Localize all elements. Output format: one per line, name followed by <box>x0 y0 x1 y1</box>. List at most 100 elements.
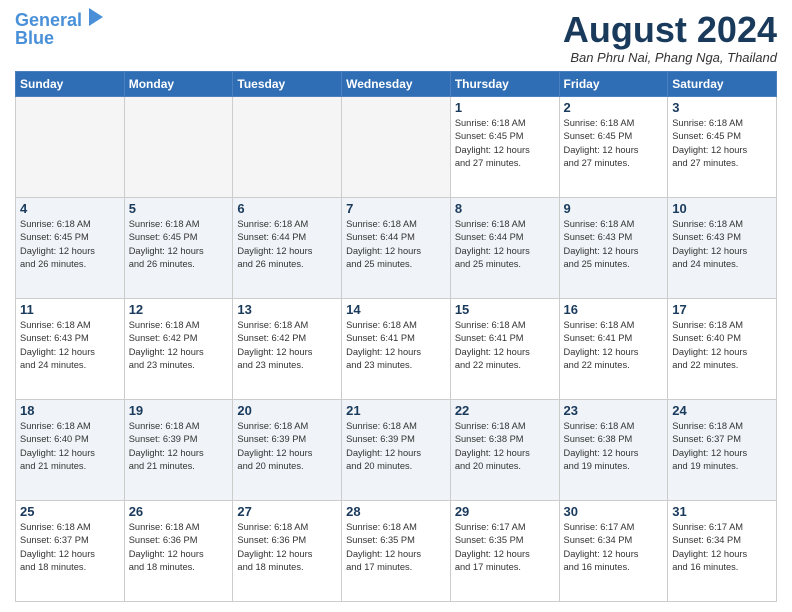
day-number: 28 <box>346 504 446 519</box>
calendar-day-cell: 5 Sunrise: 6:18 AM Sunset: 6:45 PM Daylig… <box>124 197 233 298</box>
day-number: 31 <box>672 504 772 519</box>
calendar-week-row: 25Sunrise: 6:18 AM Sunset: 6:37 PM Dayli… <box>16 500 777 601</box>
calendar-header-row: SundayMondayTuesdayWednesdayThursdayFrid… <box>16 71 777 96</box>
day-number: 2 <box>564 100 664 115</box>
calendar-day-cell: 14 Sunrise: 6:18 AM Sunset: 6:41 PM Dayli… <box>342 298 451 399</box>
day-info: Sunrise: 6:18 AM Sunset: 6:40 PM Dayligh… <box>672 319 772 373</box>
day-header-monday: Monday <box>124 71 233 96</box>
day-header-saturday: Saturday <box>668 71 777 96</box>
day-info: Sunrise: 6:18 AM Sunset: 6:45 PM Dayligh… <box>564 117 664 171</box>
calendar-day-cell: 22 Sunrise: 6:18 AM Sunset: 6:38 PM Dayli… <box>450 399 559 500</box>
calendar-day-cell: 26Sunrise: 6:18 AM Sunset: 6:36 PM Dayli… <box>124 500 233 601</box>
day-info: Sunrise: 6:17 AM Sunset: 6:34 PM Dayligh… <box>672 521 772 575</box>
day-info: Sunrise: 6:18 AM Sunset: 6:45 PM Dayligh… <box>672 117 772 171</box>
calendar-day-cell: 31 Sunrise: 6:17 AM Sunset: 6:34 PM Dayli… <box>668 500 777 601</box>
day-info: Sunrise: 6:17 AM Sunset: 6:35 PM Dayligh… <box>455 521 555 575</box>
calendar-day-cell: 17 Sunrise: 6:18 AM Sunset: 6:40 PM Dayli… <box>668 298 777 399</box>
day-number: 4 <box>20 201 120 216</box>
calendar-day-cell: 21Sunrise: 6:18 AM Sunset: 6:39 PM Dayli… <box>342 399 451 500</box>
day-info: Sunrise: 6:18 AM Sunset: 6:38 PM Dayligh… <box>455 420 555 474</box>
calendar-day-cell: 10Sunrise: 6:18 AM Sunset: 6:43 PM Dayli… <box>668 197 777 298</box>
day-number: 9 <box>564 201 664 216</box>
calendar-day-cell: 8 Sunrise: 6:18 AM Sunset: 6:44 PM Daylig… <box>450 197 559 298</box>
calendar-day-cell: 15Sunrise: 6:18 AM Sunset: 6:41 PM Dayli… <box>450 298 559 399</box>
day-number: 11 <box>20 302 120 317</box>
calendar-day-cell: 16 Sunrise: 6:18 AM Sunset: 6:41 PM Dayli… <box>559 298 668 399</box>
logo-icon <box>89 8 103 26</box>
day-number: 23 <box>564 403 664 418</box>
calendar-day-cell: 20 Sunrise: 6:18 AM Sunset: 6:39 PM Dayli… <box>233 399 342 500</box>
day-number: 22 <box>455 403 555 418</box>
day-info: Sunrise: 6:18 AM Sunset: 6:41 PM Dayligh… <box>564 319 664 373</box>
calendar-day-cell: 12 Sunrise: 6:18 AM Sunset: 6:42 PM Dayli… <box>124 298 233 399</box>
day-number: 20 <box>237 403 337 418</box>
calendar-day-cell: 1Sunrise: 6:18 AM Sunset: 6:45 PM Daylig… <box>450 96 559 197</box>
day-info: Sunrise: 6:18 AM Sunset: 6:44 PM Dayligh… <box>455 218 555 272</box>
logo-blue: Blue <box>15 29 103 47</box>
day-info: Sunrise: 6:18 AM Sunset: 6:42 PM Dayligh… <box>129 319 229 373</box>
day-info: Sunrise: 6:18 AM Sunset: 6:44 PM Dayligh… <box>237 218 337 272</box>
day-number: 6 <box>237 201 337 216</box>
day-info: Sunrise: 6:18 AM Sunset: 6:36 PM Dayligh… <box>237 521 337 575</box>
page-header: General Blue August 2024 Ban Phru Nai, P… <box>15 10 777 65</box>
day-number: 3 <box>672 100 772 115</box>
day-info: Sunrise: 6:18 AM Sunset: 6:43 PM Dayligh… <box>564 218 664 272</box>
day-info: Sunrise: 6:18 AM Sunset: 6:40 PM Dayligh… <box>20 420 120 474</box>
day-number: 7 <box>346 201 446 216</box>
day-info: Sunrise: 6:18 AM Sunset: 6:39 PM Dayligh… <box>129 420 229 474</box>
calendar-day-cell: 24 Sunrise: 6:18 AM Sunset: 6:37 PM Dayli… <box>668 399 777 500</box>
calendar-week-row: 1 Sunrise: 6:18 AM Sunset: 6:45 PM Daylig… <box>16 96 777 197</box>
day-number: 30 <box>564 504 664 519</box>
day-number: 1 <box>455 100 555 115</box>
calendar-day-cell: 27 Sunrise: 6:18 AM Sunset: 6:36 PM Dayli… <box>233 500 342 601</box>
day-number: 5 <box>129 201 229 216</box>
day-number: 27 <box>237 504 337 519</box>
day-number: 13 <box>237 302 337 317</box>
day-info: Sunrise: 6:18 AM Sunset: 6:36 PM Dayligh… <box>129 521 229 575</box>
day-number: 14 <box>346 302 446 317</box>
day-number: 17 <box>672 302 772 317</box>
day-info: Sunrise: 6:18 AM Sunset: 6:41 PM Dayligh… <box>346 319 446 373</box>
day-number: 29 <box>455 504 555 519</box>
calendar-day-cell: 29 Sunrise: 6:17 AM Sunset: 6:35 PM Dayli… <box>450 500 559 601</box>
location-subtitle: Ban Phru Nai, Phang Nga, Thailand <box>563 50 777 65</box>
calendar-week-row: 11Sunrise: 6:18 AM Sunset: 6:43 PM Dayli… <box>16 298 777 399</box>
day-number: 25 <box>20 504 120 519</box>
day-info: Sunrise: 6:18 AM Sunset: 6:38 PM Dayligh… <box>564 420 664 474</box>
day-info: Sunrise: 6:18 AM Sunset: 6:39 PM Dayligh… <box>237 420 337 474</box>
calendar-day-cell: 7 Sunrise: 6:18 AM Sunset: 6:44 PM Daylig… <box>342 197 451 298</box>
calendar-day-cell: 25Sunrise: 6:18 AM Sunset: 6:37 PM Dayli… <box>16 500 125 601</box>
calendar-day-cell: 28Sunrise: 6:18 AM Sunset: 6:35 PM Dayli… <box>342 500 451 601</box>
logo: General Blue <box>15 10 103 47</box>
day-number: 19 <box>129 403 229 418</box>
day-number: 16 <box>564 302 664 317</box>
calendar-table: SundayMondayTuesdayWednesdayThursdayFrid… <box>15 71 777 602</box>
day-header-wednesday: Wednesday <box>342 71 451 96</box>
calendar-day-cell: 23 Sunrise: 6:18 AM Sunset: 6:38 PM Dayli… <box>559 399 668 500</box>
day-number: 24 <box>672 403 772 418</box>
day-header-tuesday: Tuesday <box>233 71 342 96</box>
calendar-day-cell: 9 Sunrise: 6:18 AM Sunset: 6:43 PM Daylig… <box>559 197 668 298</box>
title-block: August 2024 Ban Phru Nai, Phang Nga, Tha… <box>563 10 777 65</box>
calendar-day-cell <box>16 96 125 197</box>
day-number: 8 <box>455 201 555 216</box>
day-info: Sunrise: 6:17 AM Sunset: 6:34 PM Dayligh… <box>564 521 664 575</box>
day-info: Sunrise: 6:18 AM Sunset: 6:41 PM Dayligh… <box>455 319 555 373</box>
calendar-day-cell: 19 Sunrise: 6:18 AM Sunset: 6:39 PM Dayli… <box>124 399 233 500</box>
logo-text: General <box>15 10 103 29</box>
day-number: 21 <box>346 403 446 418</box>
day-number: 12 <box>129 302 229 317</box>
day-info: Sunrise: 6:18 AM Sunset: 6:44 PM Dayligh… <box>346 218 446 272</box>
calendar-day-cell: 2 Sunrise: 6:18 AM Sunset: 6:45 PM Daylig… <box>559 96 668 197</box>
calendar-day-cell: 11Sunrise: 6:18 AM Sunset: 6:43 PM Dayli… <box>16 298 125 399</box>
calendar-day-cell <box>342 96 451 197</box>
day-header-sunday: Sunday <box>16 71 125 96</box>
day-number: 18 <box>20 403 120 418</box>
day-header-thursday: Thursday <box>450 71 559 96</box>
day-info: Sunrise: 6:18 AM Sunset: 6:37 PM Dayligh… <box>672 420 772 474</box>
calendar-day-cell: 3 Sunrise: 6:18 AM Sunset: 6:45 PM Daylig… <box>668 96 777 197</box>
calendar-day-cell: 13 Sunrise: 6:18 AM Sunset: 6:42 PM Dayli… <box>233 298 342 399</box>
day-info: Sunrise: 6:18 AM Sunset: 6:45 PM Dayligh… <box>129 218 229 272</box>
day-info: Sunrise: 6:18 AM Sunset: 6:42 PM Dayligh… <box>237 319 337 373</box>
calendar-day-cell <box>124 96 233 197</box>
